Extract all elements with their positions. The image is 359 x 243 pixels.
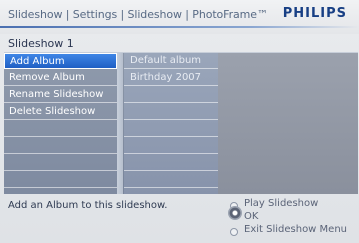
menu-item-empty	[4, 121, 117, 137]
album-item-default[interactable]: Default album	[124, 53, 218, 69]
album-item-empty	[124, 87, 218, 103]
menu-item-delete-slideshow[interactable]: Delete Slideshow	[4, 104, 117, 120]
album-item-birthday-2007[interactable]: Birthday 2007	[124, 70, 218, 86]
brand-logo: PHILIPS	[282, 6, 347, 21]
help-hint: Add an Album to this slideshow.	[8, 200, 168, 211]
header-divider	[0, 26, 359, 28]
legend-ok: OK	[244, 211, 259, 222]
menu-column: Add Album Remove Album Rename Slideshow …	[4, 53, 117, 194]
menu-item-empty	[4, 138, 117, 154]
breadcrumb-item-photoframe: PhotoFrame™	[192, 8, 268, 21]
album-item-empty	[124, 172, 218, 188]
album-item-empty	[124, 155, 218, 171]
breadcrumb-item-slideshow-2[interactable]: Slideshow	[128, 8, 182, 21]
breadcrumb-separator: |	[181, 8, 193, 21]
menu-item-empty	[4, 172, 117, 188]
menu-panel: Add Album Remove Album Rename Slideshow …	[4, 52, 358, 194]
column-divider	[117, 53, 123, 194]
album-item-empty	[124, 121, 218, 137]
menu-item-remove-album[interactable]: Remove Album	[4, 70, 117, 86]
menu-item-empty	[4, 155, 117, 171]
preview-area	[218, 53, 358, 194]
page-title: Slideshow 1	[8, 37, 74, 50]
breadcrumb: Slideshow | Settings | Slideshow | Photo…	[8, 8, 268, 21]
menu-item-add-album[interactable]: Add Album	[4, 53, 117, 69]
radio-dot-icon	[230, 228, 238, 236]
breadcrumb-item-settings[interactable]: Settings	[73, 8, 117, 21]
breadcrumb-item-slideshow[interactable]: Slideshow	[8, 8, 62, 21]
control-legend: Play Slideshow OK Exit Slideshow Menu	[228, 198, 358, 242]
header-bar: Slideshow | Settings | Slideshow | Photo…	[0, 0, 359, 34]
legend-play-slideshow: Play Slideshow	[244, 198, 319, 209]
album-item-empty	[124, 104, 218, 120]
album-item-empty	[124, 138, 218, 154]
screen: Slideshow | Settings | Slideshow | Photo…	[0, 0, 359, 243]
breadcrumb-separator: |	[62, 8, 73, 21]
menu-item-rename-slideshow[interactable]: Rename Slideshow	[4, 87, 117, 103]
nav-wheel-icon	[228, 206, 242, 220]
album-column: Default album Birthday 2007	[124, 53, 218, 194]
legend-exit-slideshow-menu: Exit Slideshow Menu	[244, 224, 347, 235]
breadcrumb-separator: |	[117, 8, 128, 21]
